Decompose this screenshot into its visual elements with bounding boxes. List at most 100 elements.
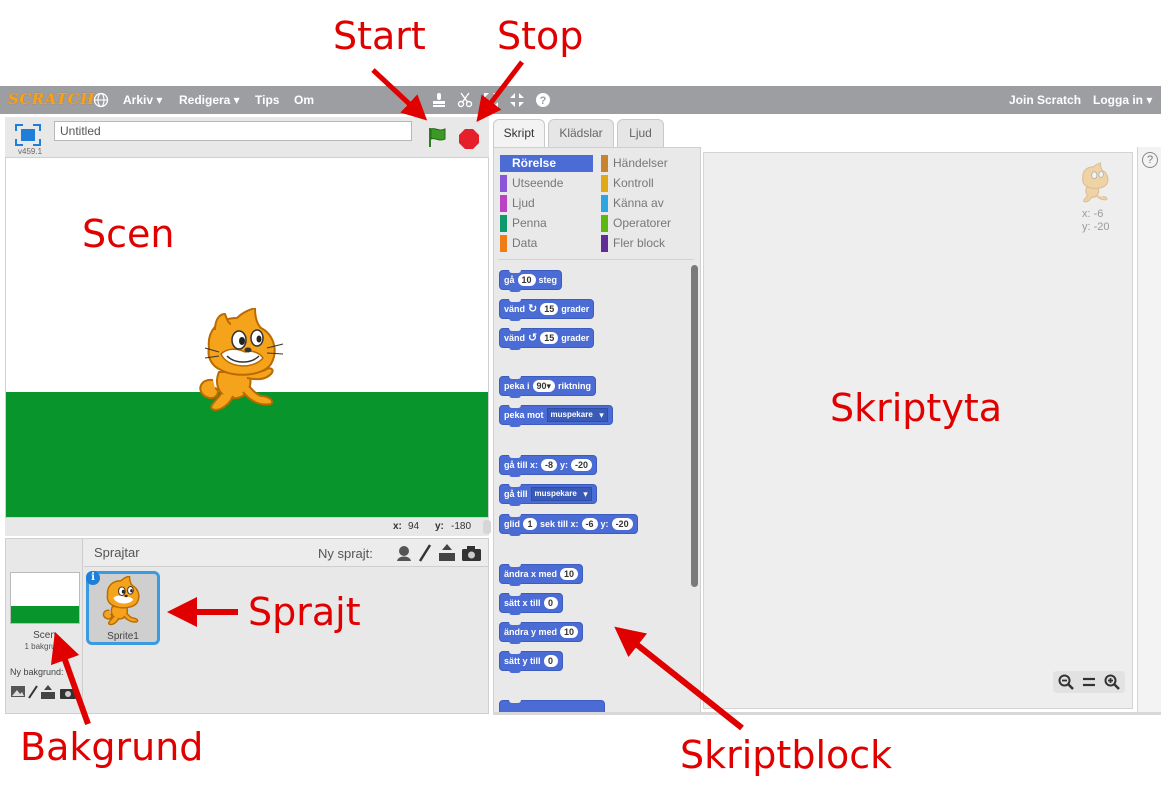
block-palette: Rörelse Utseende Ljud Penna Data Händels… [493, 147, 701, 713]
block-number-input[interactable]: 10 [560, 568, 579, 580]
block-number-input[interactable]: 15 [540, 332, 559, 344]
block-set-x[interactable]: sätt x till 0 [499, 593, 563, 615]
block-text: ändra x med [504, 569, 558, 579]
block-change-y[interactable]: ändra y med 10 [499, 622, 584, 644]
category-sensing-swatch [601, 195, 608, 212]
category-data[interactable]: Data [500, 235, 593, 252]
block-point-in-direction[interactable]: peka i 90▾ riktning [499, 376, 597, 398]
scissors-icon[interactable] [457, 92, 473, 108]
zoom-in-icon[interactable] [1104, 674, 1120, 690]
fullscreen-icon[interactable] [15, 124, 41, 146]
stage-header: v459.1 [5, 117, 489, 157]
block-set-y[interactable]: sätt y till 0 [499, 651, 563, 673]
block-text: y: [560, 460, 569, 470]
new-sprite-label: Ny sprajt: [318, 546, 373, 561]
tab-script[interactable]: Skript [493, 119, 545, 148]
help-icon[interactable]: ? [535, 92, 551, 108]
backdrop-upload-icon[interactable] [41, 685, 55, 699]
join-scratch-link[interactable]: Join Scratch [1009, 93, 1081, 107]
category-looks[interactable]: Utseende [500, 175, 593, 192]
backdrop-library-icon[interactable] [11, 686, 25, 697]
stage-thumbnail[interactable] [10, 572, 80, 624]
block-number-input[interactable]: -8 [541, 459, 558, 471]
menu-om[interactable]: Om [294, 93, 314, 107]
block-text: ändra y med [504, 627, 558, 637]
block-text: peka i [504, 381, 530, 391]
category-sensing[interactable]: Känna av [601, 195, 696, 212]
block-text: vänd [504, 333, 526, 343]
menu-arkiv[interactable]: Arkiv ▾ [123, 93, 162, 107]
block-number-input[interactable]: 15 [540, 303, 559, 315]
new-sprite-tools [397, 544, 481, 562]
block-go-to-xy[interactable]: gå till x: -8 y: -20 [499, 455, 598, 477]
category-more-blocks[interactable]: Fler block [601, 235, 696, 252]
upload-sprite-icon[interactable] [439, 544, 455, 561]
question-icon[interactable]: ? [1142, 152, 1158, 168]
project-title-input[interactable] [54, 121, 412, 141]
zoom-reset-icon[interactable] [1081, 674, 1097, 690]
block-go-to[interactable]: gå till muspekare [499, 484, 597, 506]
category-events-label: Händelser [613, 156, 668, 170]
block-number-input[interactable]: 1 [523, 518, 537, 530]
sprite-y-readout: y: -20 [1082, 221, 1110, 233]
category-sound-swatch [500, 195, 507, 212]
help-side-tab[interactable]: ? [1137, 147, 1161, 713]
tab-sounds[interactable]: Ljud [617, 119, 664, 147]
category-motion-swatch [500, 155, 507, 172]
script-area[interactable]: x: -6 y: -20 [703, 152, 1133, 709]
stage-canvas[interactable] [5, 157, 489, 518]
category-control[interactable]: Kontroll [601, 175, 696, 192]
block-number-input[interactable]: -20 [571, 459, 593, 471]
mouse-y-label: y: [435, 521, 444, 532]
block-point-towards[interactable]: peka mot muspekare [499, 405, 613, 427]
sprite-name-label: Sprite1 [107, 631, 139, 642]
sprite-thumbnail[interactable]: i Sprite1 [86, 571, 160, 645]
sprites-title: Sprajtar [94, 545, 140, 560]
paint-new-sprite-icon[interactable] [418, 544, 432, 562]
block-change-x[interactable]: ändra x med 10 [499, 564, 584, 586]
block-number-input[interactable]: 10 [517, 274, 536, 286]
globe-icon[interactable] [93, 92, 109, 108]
annotation-start: Start [333, 14, 426, 58]
block-turn-right[interactable]: vänd ↻ 15 grader [499, 299, 595, 321]
sprite-pane: Scen 1 bakgrund Ny bakgrund: Sprajtar Ny… [5, 538, 489, 714]
category-sound[interactable]: Ljud [500, 195, 593, 212]
backdrop-paint-icon[interactable] [28, 685, 38, 699]
sprite-library-icon[interactable] [397, 546, 411, 561]
block-move-steps[interactable]: gå 10 steg [499, 270, 563, 292]
category-motion[interactable]: Rörelse [500, 155, 593, 172]
block-number-input[interactable]: 10 [560, 626, 579, 638]
stop-icon[interactable] [458, 128, 480, 150]
menu-redigera[interactable]: Redigera ▾ [179, 93, 240, 107]
block-number-input[interactable]: 0 [543, 655, 558, 667]
category-events[interactable]: Händelser [601, 155, 696, 172]
block-number-input[interactable]: 0 [543, 597, 558, 609]
tab-costumes[interactable]: Klädslar [548, 119, 614, 147]
block-number-input[interactable]: -20 [611, 518, 633, 530]
green-flag-icon[interactable] [426, 126, 448, 148]
block-text: peka mot [504, 410, 544, 420]
category-operators[interactable]: Operatorer [601, 215, 696, 232]
cat-sprite[interactable] [191, 308, 296, 413]
block-glide[interactable]: glid 1 sek till x: -6 y: -20 [499, 514, 638, 536]
stamp-icon[interactable] [431, 92, 447, 108]
grow-icon[interactable] [483, 92, 499, 108]
palette-divider [498, 259, 694, 260]
scratch-logo[interactable]: SCRATCH [8, 90, 95, 108]
backdrop-camera-icon[interactable] [60, 689, 76, 699]
block-turn-left[interactable]: vänd ↺ 15 grader [499, 328, 595, 350]
zoom-out-icon[interactable] [1058, 674, 1074, 690]
block-dropdown[interactable]: muspekare [530, 487, 592, 501]
block-number-input[interactable]: 90▾ [532, 380, 556, 392]
block-dropdown[interactable]: muspekare [546, 408, 608, 422]
camera-sprite-icon[interactable] [462, 546, 481, 561]
block-number-input[interactable]: -6 [581, 518, 598, 530]
pane-splitter-handle[interactable] [483, 520, 491, 534]
login-menu[interactable]: Logga in ▾ [1093, 93, 1152, 107]
category-pen[interactable]: Penna [500, 215, 593, 232]
shrink-icon[interactable] [509, 92, 525, 108]
menu-tips[interactable]: Tips [255, 93, 279, 107]
category-data-label: Data [512, 236, 538, 250]
palette-scrollbar[interactable] [691, 265, 698, 587]
annotation-script-area: Skriptyta [830, 386, 1003, 430]
